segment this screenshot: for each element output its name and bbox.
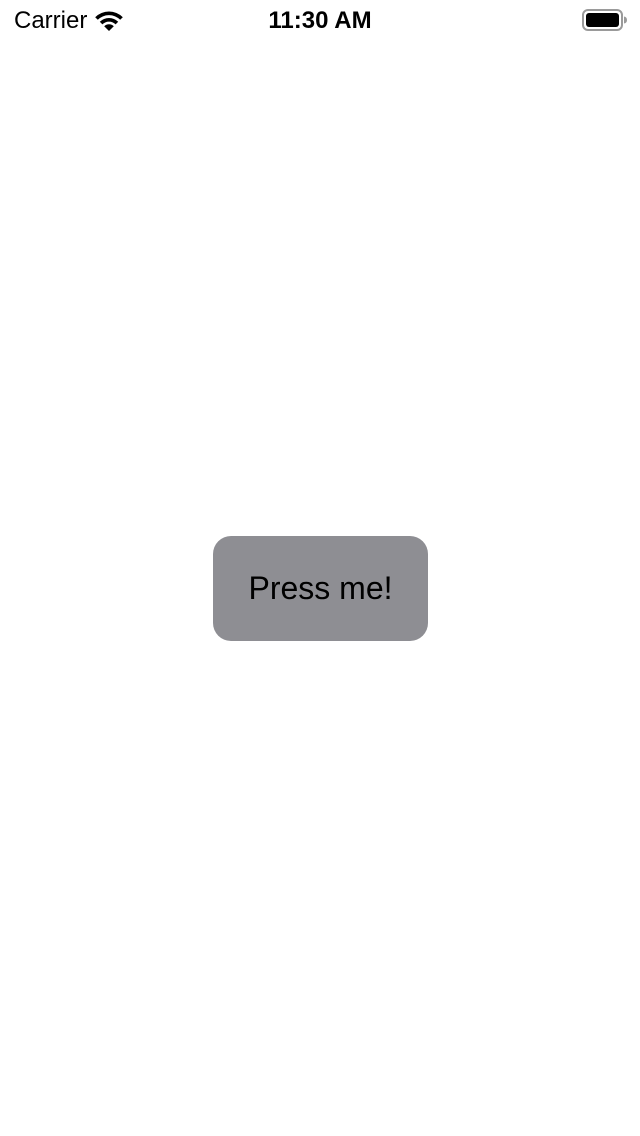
app-screen: Carrier 11:30 AM Press me! [0, 0, 640, 1136]
status-bar: Carrier 11:30 AM [0, 0, 640, 40]
status-time: 11:30 AM [268, 7, 372, 34]
press-me-button[interactable]: Press me! [213, 536, 428, 641]
battery-full-icon [582, 9, 627, 31]
